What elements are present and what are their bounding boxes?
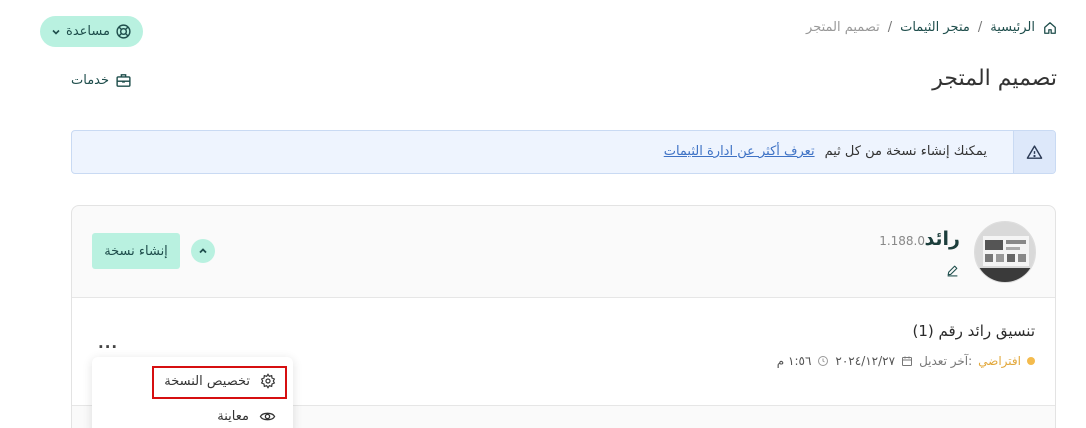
- pencil-icon[interactable]: [946, 264, 959, 277]
- warning-icon: [1026, 144, 1043, 161]
- menu-item-label: معاينة: [217, 409, 249, 424]
- help-button[interactable]: مساعدة: [40, 16, 143, 47]
- copy-meta: افتراضي آخر تعديل: ٢٠٢٤/١٢/٢٧ ١:٥٦ م: [777, 354, 1035, 368]
- page-title: تصميم المتجر: [932, 66, 1057, 91]
- chevron-up-icon: [198, 246, 208, 256]
- calendar-icon: [901, 355, 913, 367]
- breadcrumb-separator: /: [977, 20, 983, 35]
- copy-title: تنسيق رائد رقم (1): [912, 322, 1035, 340]
- breadcrumb: الرئيسية / متجر الثيمات / تصميم المتجر: [806, 20, 1057, 35]
- lifebuoy-icon: [115, 23, 132, 40]
- status-badge: افتراضي: [978, 354, 1021, 368]
- clock-icon: [817, 355, 829, 367]
- breadcrumb-theme-store[interactable]: متجر الثيمات: [900, 20, 970, 35]
- breadcrumb-current: تصميم المتجر: [806, 20, 880, 35]
- highlight-box: [152, 366, 287, 399]
- more-options-button[interactable]: ...: [98, 334, 118, 352]
- modified-label: آخر تعديل:: [919, 354, 973, 368]
- home-icon[interactable]: [1043, 21, 1057, 35]
- breadcrumb-separator: /: [887, 20, 893, 35]
- services-button[interactable]: خدمات: [71, 72, 132, 89]
- briefcase-icon: [115, 72, 132, 89]
- theme-thumbnail: [974, 221, 1036, 283]
- theme-version: 1.188.0: [879, 234, 925, 248]
- modified-time: ١:٥٦ م: [776, 354, 812, 368]
- chevron-down-icon: [51, 27, 61, 37]
- help-label: مساعدة: [66, 24, 110, 39]
- eye-icon: [259, 408, 276, 425]
- breadcrumb-home[interactable]: الرئيسية: [990, 20, 1035, 35]
- learn-more-link[interactable]: تعرف أكثر عن ادارة الثيمات: [664, 144, 815, 159]
- theme-name: رائد: [924, 228, 960, 250]
- menu-item-preview[interactable]: معاينة: [217, 408, 276, 425]
- create-copy-button[interactable]: إنشاء نسخة: [92, 233, 180, 269]
- collapse-toggle-button[interactable]: [191, 239, 215, 263]
- services-label: خدمات: [71, 73, 110, 88]
- status-dot: [1027, 357, 1035, 365]
- alert-icon-box: [1013, 131, 1055, 173]
- info-alert: يمكنك إنشاء نسخة من كل ثيم تعرف أكثر عن …: [71, 130, 1056, 174]
- alert-message: يمكنك إنشاء نسخة من كل ثيم: [824, 144, 987, 159]
- modified-date: ٢٠٢٤/١٢/٢٧: [835, 354, 896, 368]
- theme-card-header: رائد 1.188.0 إنشاء نسخة: [72, 206, 1055, 298]
